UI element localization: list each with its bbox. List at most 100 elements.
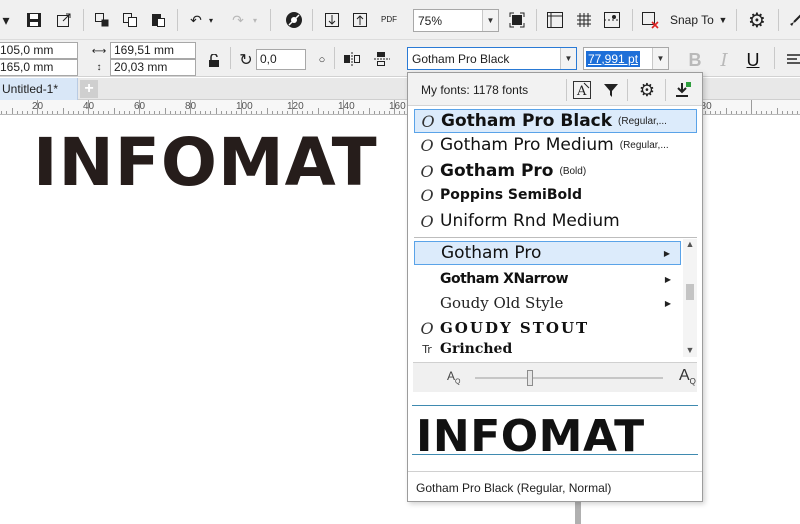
tab-untitled-1[interactable]: Untitled-1* [0,78,78,100]
snap-off-icon[interactable] [638,8,662,32]
separator [632,9,633,31]
scroll-down-icon[interactable]: ▼ [683,345,697,357]
ruler-tick [164,108,166,114]
scroll-up-icon[interactable]: ▲ [683,239,697,251]
separator [230,47,231,69]
scrollbar-thumb[interactable] [686,284,694,300]
snap-to-label[interactable]: Snap To [670,13,714,27]
preview-size-slider[interactable] [526,370,533,386]
font-list-dropdown: My fonts: 1178 fonts A ⚙ O Gotham Pro Bl… [407,72,703,502]
font-family-item[interactable]: Gotham Pro ▶ [414,241,681,265]
ruler-tick [210,111,212,114]
separator [778,9,779,31]
ruler-tick [796,111,798,114]
ruler-tick [159,111,161,114]
ruler-tick [123,111,125,114]
font-list-value: Gotham Pro Black [412,51,510,66]
small-preview-icon: AQ [447,369,461,386]
chevron-right-icon[interactable]: ▶ [664,249,670,258]
ruler-tick [47,111,49,114]
chevron-right-icon[interactable]: ▶ [665,275,671,284]
show-grid-icon[interactable] [572,8,596,32]
ruler-tick [276,111,278,114]
redo-icon[interactable]: ↷ [226,8,250,32]
ruler-tick [358,111,360,114]
save-icon[interactable] [22,8,46,32]
redo-dropdown-arrow[interactable]: ▾ [248,8,262,32]
ruler-tick [128,111,130,114]
lock-ratio-icon[interactable] [202,49,226,73]
degree-icon: ○ [318,54,326,66]
width-field[interactable]: 169,51 mm [110,42,196,59]
separator [414,237,697,238]
recent-font-item[interactable]: O Uniform Rnd Medium [414,209,697,233]
cut-icon[interactable] [90,8,114,32]
export-icon[interactable] [52,8,76,32]
font-name: GOUDY STOUT [440,319,590,337]
zoom-level-value: 75% [418,13,443,28]
font-name: Poppins SemiBold [440,187,582,203]
separator [83,9,84,31]
show-rulers-icon[interactable] [543,8,567,32]
font-list-combo[interactable]: Gotham Pro Black ▼ [407,47,577,70]
filter-icon[interactable] [600,79,622,101]
zoom-level-combo[interactable]: 75% ▼ [413,9,499,32]
ruler-tick [715,111,717,114]
italic-button[interactable]: I [713,49,735,71]
truetype-font-icon: Tr [422,342,432,356]
chevron-right-icon[interactable]: ▶ [665,299,671,308]
ruler-tick [179,111,181,114]
x-position-field[interactable]: 105,0 mm [0,42,78,59]
ruler-tick [77,111,79,114]
gear-icon[interactable]: ⚙ [745,8,769,32]
new-dropdown-arrow[interactable]: ▾ [0,8,12,32]
height-value: 20,03 mm [114,60,168,74]
chevron-down-icon[interactable]: ▼ [652,48,668,69]
get-more-fonts-icon[interactable] [672,79,694,101]
full-screen-icon[interactable] [505,8,529,32]
y-position-field[interactable]: 165,0 mm [0,59,78,76]
mirror-vertical-icon[interactable] [370,47,394,71]
undo-dropdown-arrow[interactable]: ▾ [204,8,218,32]
rotation-angle-field[interactable]: 0,0 [256,49,306,70]
font-size-value[interactable]: 77,991 pt [586,50,641,67]
ruler-tick [791,111,793,114]
chevron-down-icon[interactable]: ▼ [560,48,576,69]
snap-to-chevron-down-icon[interactable]: ▼ [716,8,730,32]
ruler-tick [52,111,54,114]
font-item[interactable]: O GOUDY STOUT [414,316,681,340]
bold-button[interactable]: B [684,49,706,71]
preview-size-track[interactable] [475,377,663,379]
import-icon[interactable] [320,8,344,32]
recent-font-item[interactable]: O Poppins SemiBold [414,183,697,207]
show-guidelines-icon[interactable] [600,8,624,32]
paste-icon[interactable] [146,8,170,32]
settings-gear-icon[interactable]: ⚙ [636,79,658,101]
underline-button[interactable]: U [742,49,764,71]
recent-font-item[interactable]: O Gotham Pro Black (Regular,... [414,109,697,133]
font-family-item[interactable]: Goudy Old Style ▶ [414,291,681,315]
height-field[interactable]: 20,03 mm [110,59,196,76]
launch-icon[interactable] [784,8,800,32]
font-family-item[interactable]: Gotham XNarrow ▶ [414,267,681,291]
text-align-icon[interactable] [782,48,800,72]
add-tab-button[interactable]: + [80,80,98,98]
recent-font-item[interactable]: O Gotham Pro (Bold) [414,159,697,183]
chevron-down-icon[interactable]: ▼ [482,10,498,31]
recent-font-item[interactable]: O Gotham Pro Medium (Regular,... [414,133,697,157]
font-panel-header: My fonts: 1178 fonts A ⚙ [408,73,702,106]
canvas-artistic-text[interactable]: INFOMAT [33,126,378,200]
copy-icon[interactable] [118,8,142,32]
ruler-label: 160 [389,101,406,112]
mirror-horizontal-icon[interactable] [340,47,364,71]
corel-connect-icon[interactable] [282,8,306,32]
font-playground-icon[interactable]: A [571,79,593,101]
font-item[interactable]: Tr Grinched [414,339,681,359]
ruler-tick [740,111,742,114]
ruler-tick [730,111,732,114]
export-arrow-icon[interactable] [348,8,372,32]
ruler-tick [378,111,380,114]
publish-pdf-icon[interactable]: PDF [377,8,401,32]
font-size-combo[interactable]: 77,991 pt ▼ [583,47,669,70]
font-list-scrollbar[interactable]: ▲ ▼ [683,239,697,357]
